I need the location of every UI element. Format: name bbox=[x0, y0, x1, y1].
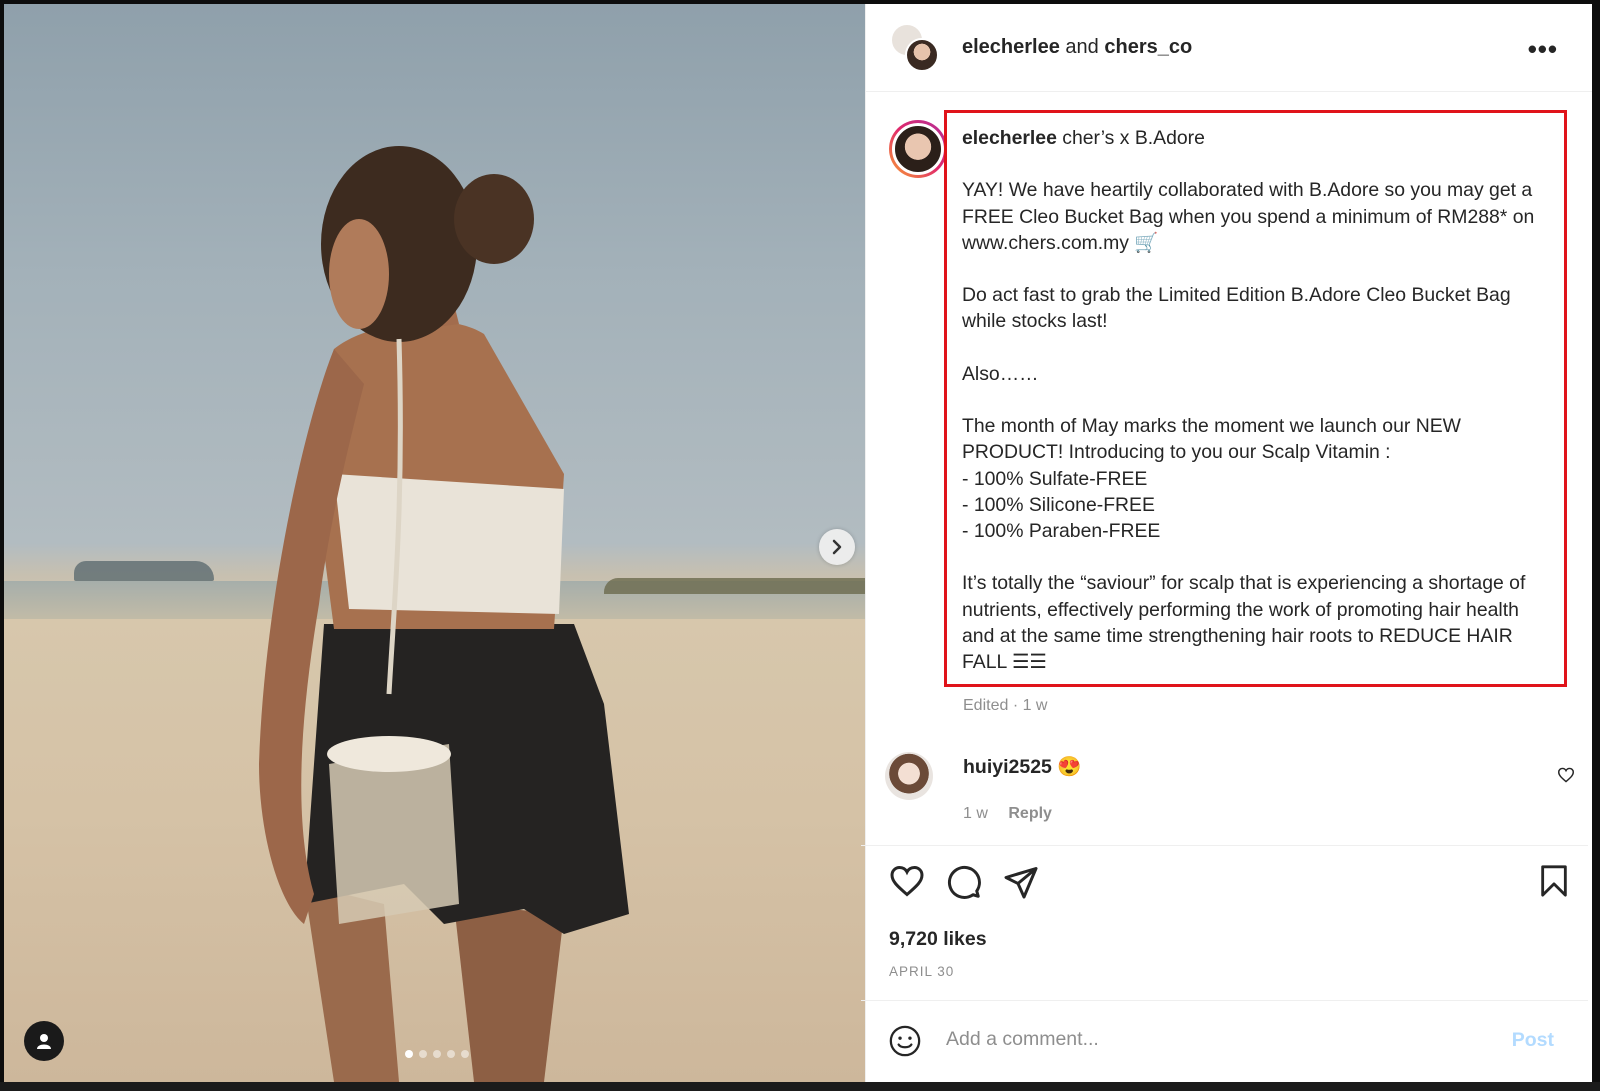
carousel-dot[interactable] bbox=[419, 1050, 427, 1058]
comment-username[interactable]: huiyi2525 😍 bbox=[963, 755, 1082, 779]
comment-meta: 1 w Reply bbox=[963, 805, 1068, 823]
user-tag-icon bbox=[37, 1034, 51, 1049]
avatar bbox=[889, 120, 947, 178]
author-link[interactable]: elecherlee bbox=[962, 36, 1060, 58]
chevron-right-icon bbox=[832, 539, 842, 555]
post-button[interactable]: Post bbox=[1512, 1029, 1554, 1052]
model-figure bbox=[259, 146, 629, 1082]
author-link[interactable]: chers_co bbox=[1104, 36, 1192, 58]
comment-input[interactable] bbox=[946, 1021, 1486, 1057]
heart-icon[interactable] bbox=[1557, 767, 1575, 783]
add-comment-bar: Post bbox=[861, 1000, 1588, 1078]
bookmark-icon[interactable] bbox=[1539, 864, 1569, 898]
caption-username[interactable]: elecherlee bbox=[962, 127, 1057, 149]
post-date: APRIL 30 bbox=[889, 964, 955, 979]
divider bbox=[861, 845, 1588, 846]
caption-avatar-wrap[interactable] bbox=[889, 120, 947, 178]
heart-eyes-emoji: 😍 bbox=[1057, 756, 1082, 778]
carousel-dots bbox=[405, 1050, 469, 1058]
caption-edited-time: Edited · 1 w bbox=[963, 697, 1048, 714]
post-header: elecherlee and chers_co ••• bbox=[866, 4, 1592, 92]
like-count[interactable]: 9,720 likes bbox=[889, 928, 987, 951]
comment-time: 1 w bbox=[963, 805, 988, 822]
next-image-button[interactable] bbox=[819, 529, 855, 565]
post-photo[interactable] bbox=[4, 4, 865, 1082]
comment-item: huiyi2525 😍 1 w Reply bbox=[885, 752, 1575, 842]
caption: elecherlee cher’s x B.Adore YAY! We have… bbox=[962, 125, 1552, 675]
action-bar bbox=[889, 864, 1569, 904]
user-tag-button[interactable] bbox=[24, 1021, 64, 1061]
avatar bbox=[905, 37, 939, 72]
reply-button[interactable]: Reply bbox=[1008, 805, 1052, 822]
post-authors: elecherlee and chers_co bbox=[962, 36, 1192, 59]
author-joiner: and bbox=[1065, 36, 1099, 58]
carousel-dot[interactable] bbox=[447, 1050, 455, 1058]
carousel-dot[interactable] bbox=[461, 1050, 469, 1058]
collab-avatars[interactable] bbox=[890, 22, 940, 73]
heart-icon[interactable] bbox=[889, 864, 925, 898]
paper-plane-icon[interactable] bbox=[1003, 864, 1039, 900]
more-options-icon[interactable]: ••• bbox=[1528, 34, 1558, 65]
caption-body: cher’s x B.Adore YAY! We have heartily c… bbox=[962, 127, 1535, 674]
background-feed-strip bbox=[0, 1082, 1600, 1091]
carousel-dot[interactable] bbox=[433, 1050, 441, 1058]
comment-bubble-icon[interactable] bbox=[946, 864, 982, 900]
smiley-icon[interactable] bbox=[888, 1024, 922, 1058]
avatar[interactable] bbox=[885, 752, 933, 800]
caption-highlight: elecherlee cher’s x B.Adore YAY! We have… bbox=[944, 110, 1567, 687]
carousel-dot[interactable] bbox=[405, 1050, 413, 1058]
